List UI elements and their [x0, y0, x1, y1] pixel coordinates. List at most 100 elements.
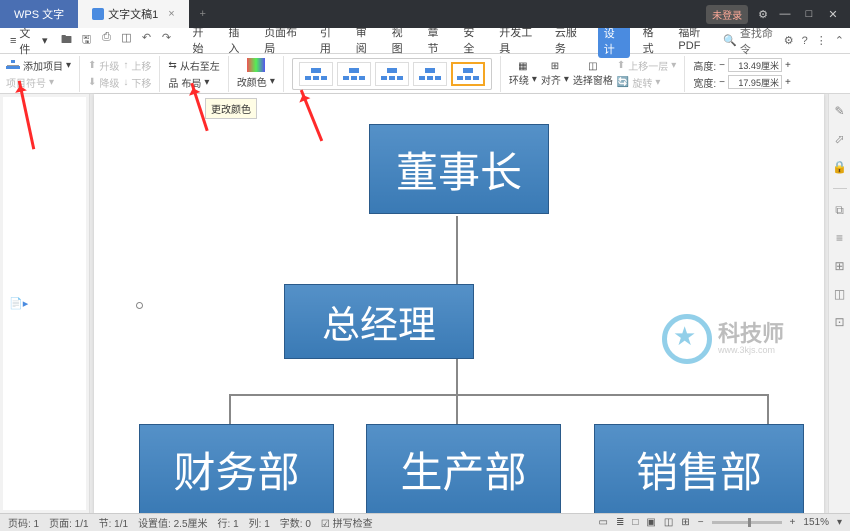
selection-pane-button[interactable]: 选择窗格 — [573, 72, 613, 87]
tab-start[interactable]: 开始 — [189, 24, 215, 58]
selection-pane-icon: ◫ — [588, 61, 597, 72]
save-icon[interactable]: 🖫 — [79, 31, 93, 50]
org-chart[interactable]: 董事长 总经理 财务部 生产部 销售部 科技师 www.3kjs.com — [144, 124, 814, 513]
status-spellcheck[interactable]: ☑ 拼写检查 — [321, 515, 373, 530]
tab-view[interactable]: 视图 — [389, 24, 415, 58]
ribbon-group-level: ⬆ 升级 ⬇ 降级 ↑ 上移 ↓ 下移 — [88, 56, 160, 92]
zoom-slider[interactable] — [712, 521, 782, 524]
connector-line — [456, 216, 458, 286]
document-tab[interactable]: 文字文稿1 × — [78, 0, 189, 28]
tab-format[interactable]: 格式 — [640, 24, 666, 58]
sidetool-5-icon[interactable]: ⊡ — [833, 315, 847, 329]
status-section: 节: 1/1 — [99, 515, 128, 530]
collapse-ribbon-icon[interactable]: ⌃ — [835, 34, 844, 47]
preview-icon[interactable]: ◫ — [119, 31, 133, 50]
add-item-icon — [6, 60, 20, 70]
view-icon-1[interactable]: ▭ — [599, 517, 608, 528]
width-label: 宽度: — [693, 75, 716, 90]
pen-tool-icon[interactable]: ✎ — [833, 104, 847, 118]
sidetool-2-icon[interactable]: ≡ — [833, 231, 847, 245]
height-minus[interactable]: − — [719, 60, 725, 71]
open-icon[interactable]: 🖿 — [59, 31, 73, 50]
tab-cloud[interactable]: 云服务 — [552, 24, 588, 58]
move-up-button: ↑ 上移 — [123, 58, 151, 73]
minimize-button[interactable]: — — [778, 8, 792, 20]
undo-icon[interactable]: ↶ — [139, 31, 153, 50]
view-icon-3[interactable]: □ — [632, 517, 638, 528]
tab-review[interactable]: 审阅 — [353, 24, 379, 58]
tab-devtools[interactable]: 开发工具 — [496, 24, 542, 58]
status-row: 行: 1 — [218, 515, 239, 530]
add-item-button[interactable]: 添加项目 ▾ — [6, 58, 71, 73]
connector-line — [767, 394, 769, 424]
lock-icon[interactable]: 🔒 — [833, 160, 847, 174]
align-button[interactable]: 对齐▾ — [541, 72, 569, 87]
tab-security[interactable]: 安全 — [460, 24, 486, 58]
help-icon[interactable]: ? — [802, 35, 808, 47]
app-tab[interactable]: WPS 文字 — [0, 0, 78, 28]
layout-style-3[interactable] — [375, 62, 409, 86]
layout-style-5[interactable] — [451, 62, 485, 86]
settings-icon[interactable]: ⚙ — [758, 8, 768, 21]
status-page-number[interactable]: 页码: 1 — [8, 515, 39, 530]
sidetool-1-icon[interactable]: ⧉ — [833, 203, 847, 217]
zoom-caret-icon[interactable]: ▾ — [837, 517, 842, 528]
close-button[interactable]: ✕ — [826, 8, 840, 21]
width-input[interactable]: 17.95厘米 — [728, 75, 782, 89]
view-icon-4[interactable]: ▣ — [646, 517, 655, 528]
status-chars[interactable]: 字数: 0 — [280, 515, 311, 530]
tab-insert[interactable]: 插入 — [225, 24, 251, 58]
rtl-button[interactable]: ⇆ 从右至左 — [168, 58, 219, 73]
title-bar: WPS 文字 文字文稿1 × + 未登录 ⚙ — □ ✕ — [0, 0, 850, 28]
org-node-sales[interactable]: 销售部 — [594, 424, 804, 514]
height-plus[interactable]: + — [785, 60, 791, 71]
height-input[interactable]: 13.49厘米 — [728, 58, 782, 72]
tooltip: 更改颜色 — [205, 98, 257, 119]
watermark-logo-icon — [662, 314, 712, 364]
zoom-in-button[interactable]: + — [790, 517, 796, 528]
dropdown-caret-icon: ▾ — [66, 60, 71, 71]
tab-close-button[interactable]: × — [168, 8, 174, 20]
align-icon: ⊞ — [551, 61, 559, 72]
tab-foxitpdf[interactable]: 福昕PDF — [675, 24, 721, 58]
width-plus[interactable]: + — [785, 77, 791, 88]
page-thumb-icon[interactable]: 📄▸ — [9, 297, 28, 310]
document-page[interactable]: 董事长 总经理 财务部 生产部 销售部 科技师 www.3kjs.com — [94, 94, 824, 513]
view-icon-5[interactable]: ◫ — [664, 517, 673, 528]
change-color-button[interactable]: 改颜色 ▾ — [237, 74, 275, 89]
file-menu[interactable]: ≡ 文件 ▾ — [6, 25, 51, 57]
width-minus[interactable]: − — [719, 77, 725, 88]
connector-line — [229, 394, 231, 424]
view-icon-2[interactable]: ≣ — [616, 517, 624, 528]
tab-reference[interactable]: 引用 — [317, 24, 343, 58]
layout-gallery[interactable] — [292, 58, 492, 90]
layout-style-4[interactable] — [413, 62, 447, 86]
org-node-finance[interactable]: 财务部 — [139, 424, 334, 514]
maximize-button[interactable]: □ — [802, 8, 816, 20]
new-tab-button[interactable]: + — [189, 8, 217, 20]
org-node-chairman[interactable]: 董事长 — [369, 124, 549, 214]
select-tool-icon[interactable]: ⬀ — [833, 132, 847, 146]
tab-pagelayout[interactable]: 页面布局 — [261, 24, 307, 58]
login-button[interactable]: 未登录 — [706, 5, 748, 24]
wrench-icon[interactable]: ⚙ — [784, 34, 794, 47]
redo-icon[interactable]: ↷ — [159, 31, 173, 50]
layout-style-2[interactable] — [337, 62, 371, 86]
selection-handle[interactable] — [136, 302, 143, 309]
zoom-level[interactable]: 151% — [803, 517, 829, 528]
tab-section[interactable]: 章节 — [424, 24, 450, 58]
status-setval: 设置值: 2.5厘米 — [138, 515, 207, 530]
org-node-gm[interactable]: 总经理 — [284, 284, 474, 359]
search-command[interactable]: 🔍 查找命令 — [723, 25, 776, 57]
sidetool-4-icon[interactable]: ◫ — [833, 287, 847, 301]
org-node-production[interactable]: 生产部 — [366, 424, 561, 514]
tab-design[interactable]: 设计 — [598, 24, 630, 58]
view-icon-6[interactable]: ⊞ — [681, 517, 689, 528]
sidetool-3-icon[interactable]: ⊞ — [833, 259, 847, 273]
status-pages[interactable]: 页面: 1/1 — [49, 515, 88, 530]
zoom-out-button[interactable]: − — [698, 517, 704, 528]
wrap-button[interactable]: 环绕▾ — [509, 72, 537, 87]
layout-style-1[interactable] — [299, 62, 333, 86]
more-icon[interactable]: ⋮ — [816, 34, 827, 47]
print-icon[interactable]: ⎙ — [99, 31, 113, 50]
